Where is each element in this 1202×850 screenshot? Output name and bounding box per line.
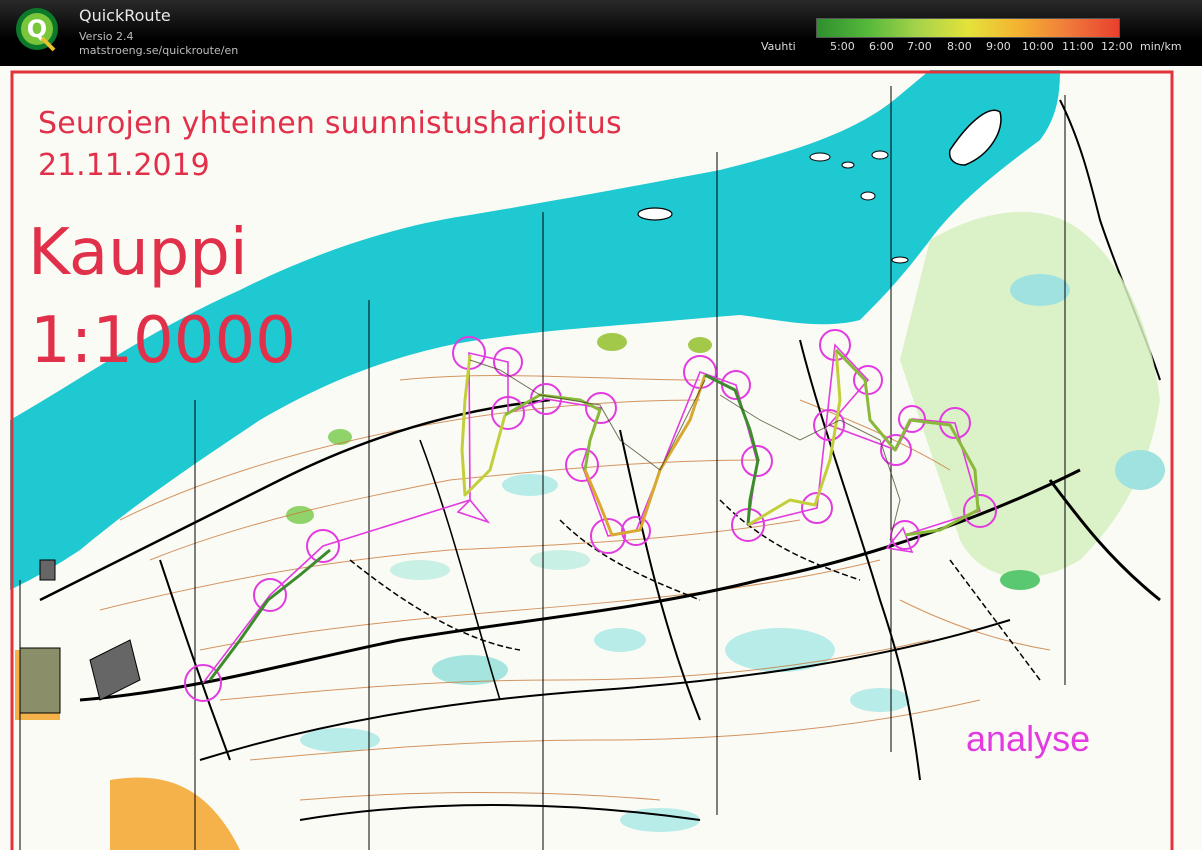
app-title: QuickRoute — [79, 6, 171, 25]
orienteering-map[interactable]: Seurojen yhteinen suunnistusharjoitus 21… — [0, 66, 1202, 850]
app-version: Versio 2.4 — [79, 30, 134, 43]
pace-tick: 12:00 — [1101, 40, 1133, 53]
pace-tick: 8:00 — [947, 40, 972, 53]
pace-label: Vauhti — [761, 40, 796, 53]
map-scale: 1:10000 — [30, 304, 296, 378]
map-name: Kauppi — [28, 216, 248, 290]
app-url[interactable]: matstroeng.se/quickroute/en — [79, 44, 238, 57]
pace-color-scale — [816, 18, 1120, 38]
analyse-label[interactable]: analyse — [966, 718, 1090, 760]
quickroute-logo-icon: Q — [16, 8, 58, 52]
pace-tick: 7:00 — [907, 40, 932, 53]
pace-tick: 5:00 — [830, 40, 855, 53]
pace-tick: 6:00 — [869, 40, 894, 53]
app-header: Q QuickRoute Versio 2.4 matstroeng.se/qu… — [0, 0, 1202, 66]
pace-tick: 11:00 — [1062, 40, 1094, 53]
pace-tick: 9:00 — [986, 40, 1011, 53]
pace-tick: 10:00 — [1022, 40, 1054, 53]
pace-unit: min/km — [1140, 40, 1182, 53]
map-date: 21.11.2019 — [38, 148, 210, 183]
map-title: Seurojen yhteinen suunnistusharjoitus — [38, 106, 622, 141]
